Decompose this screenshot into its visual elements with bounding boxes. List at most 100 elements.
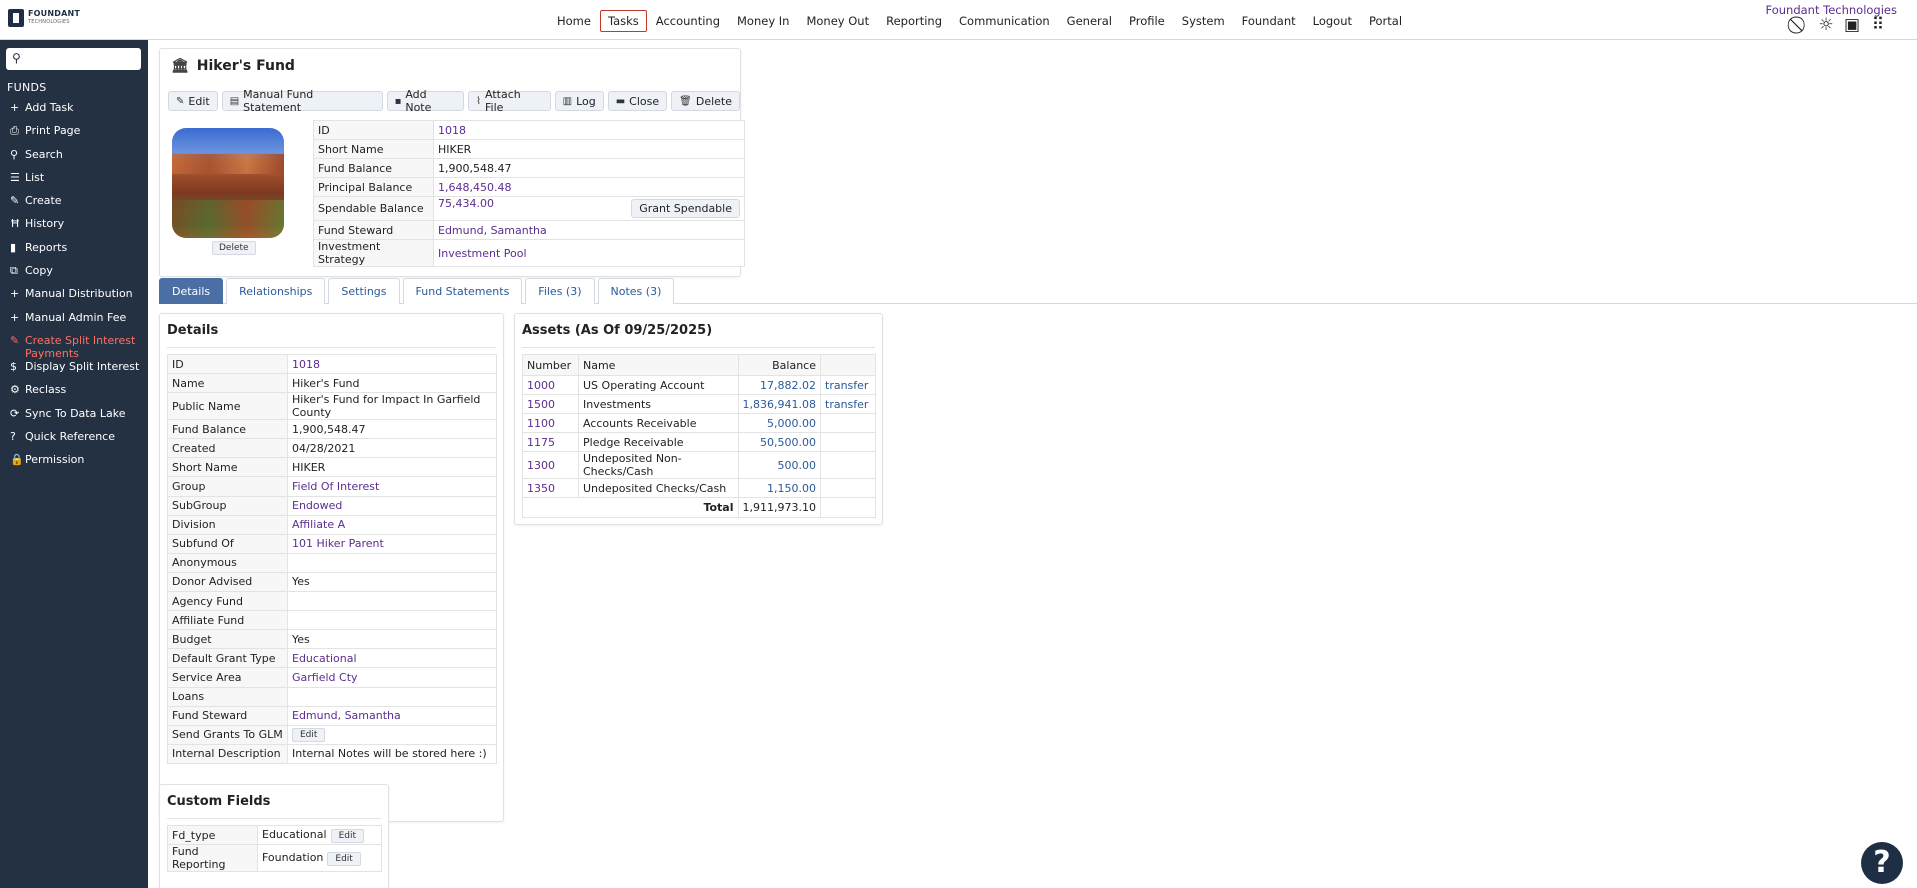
sidebar-item-manual-admin-fee[interactable]: + Manual Admin Fee [0,311,148,334]
edit-button[interactable]: Edit [292,728,326,743]
nav-reporting[interactable]: Reporting [878,10,950,32]
sidebar-item-copy[interactable]: ⧉ Copy [0,264,148,287]
details-table: ID 1018 Name Hiker's Fund Public Name Hiker's… [167,353,497,764]
comment-icon: ▪ [394,95,402,107]
sidebar-item-history[interactable]: Ħ History [0,217,148,240]
divider [522,347,875,348]
sidebar-item-print-page[interactable]: ⎙ Print Page [0,124,148,147]
tab-relationships[interactable]: Relationships [226,278,326,304]
attach-file-button[interactable]: ⌇ Attach File [468,88,551,114]
apps-grid-icon[interactable]: ⠿ [1869,16,1887,34]
account-balance[interactable]: 17,882.02 [737,374,822,396]
add-note-button[interactable]: ▪ Add Note [386,88,465,114]
sync-icon: ⟳ [10,406,20,420]
account-number[interactable]: 1300 [522,451,579,480]
table-row: Default Grant Type Educational [167,648,497,669]
gift-icon[interactable]: ▣ [1843,16,1861,34]
sidebar-item-create[interactable]: ✎ Create [0,194,148,217]
sidebar-item-display-split-interest[interactable]: $ Display Split Interest [0,360,148,383]
field-value[interactable]: 75,434.00 [438,197,494,210]
sidebar-item-create-split-interest-payments[interactable]: ✎ Create Split Interest Payments [0,334,148,360]
grant-spendable-button[interactable]: Grant Spendable [631,199,740,218]
field-value[interactable]: Investment Pool [438,247,527,260]
sidebar-item-add-task[interactable]: + Add Task [0,101,148,124]
account-number[interactable]: 1175 [522,432,579,453]
delete-button[interactable]: 🗑 Delete [671,91,740,111]
account-balance[interactable]: 50,500.00 [737,432,822,453]
account-name: US Operating Account [578,374,739,396]
field-value[interactable]: 1,648,450.48 [438,181,511,194]
help-button[interactable]: ? [1861,842,1903,884]
nav-portal[interactable]: Portal [1361,10,1410,32]
edit-button[interactable]: Edit [327,851,361,866]
field-label: ID [167,353,288,375]
sidebar-search-input[interactable]: ⚲ [6,48,141,70]
account-balance[interactable]: 5,000.00 [737,413,822,434]
account-name: Undeposited Checks/Cash [578,478,739,499]
tab-files-3[interactable]: Files (3) [525,278,595,304]
photo-delete-button[interactable]: Delete [212,241,256,255]
transfer-link[interactable]: transfer [820,374,876,396]
account-number[interactable]: 1500 [522,394,579,415]
sidebar-item-reclass[interactable]: ⚙ Reclass [0,383,148,406]
field-value[interactable]: Garfield Cty [292,671,358,684]
table-row: Service Area Garfield Cty [167,667,497,688]
field-value: 04/28/2021 [292,441,356,455]
nav-home[interactable]: Home [549,10,599,32]
nav-tasks[interactable]: Tasks [599,10,647,32]
log-button[interactable]: ▥ Log [554,91,604,111]
account-balance[interactable]: 500.00 [737,451,822,480]
transfer-link [820,413,876,434]
sidebar-item-search[interactable]: ⚲ Search [0,148,148,171]
field-value[interactable]: Field Of Interest [292,480,379,493]
nav-money-out[interactable]: Money Out [798,10,877,32]
sidebar-item-reports[interactable]: ▮ Reports [0,241,148,264]
foundant-logo[interactable]: FOUNDANT TECHNOLOGIES [8,9,80,27]
sidebar-item-list[interactable]: ☰ List [0,171,148,194]
field-value[interactable]: Edmund, Samantha [292,709,401,722]
field-value[interactable]: Edmund, Samantha [438,224,547,237]
account-balance[interactable]: 1,150.00 [737,478,822,499]
tab-notes-3[interactable]: Notes (3) [597,278,675,304]
field-value: Yes [292,575,310,589]
table-row: Public Name Hiker's Fund for Impact In Ga… [167,392,497,421]
field-value[interactable]: Educational [292,652,357,665]
tab-settings[interactable]: Settings [328,278,400,304]
nav-general[interactable]: General [1059,10,1120,32]
field-value[interactable]: 101 Hiker Parent [292,537,384,550]
sidebar-item-manual-distribution[interactable]: + Manual Distribution [0,287,148,310]
sidebar-item-quick-reference[interactable]: ? Quick Reference [0,430,148,453]
nav-communication[interactable]: Communication [951,10,1058,32]
account-balance[interactable]: 1,836,941.08 [737,394,822,415]
close-button[interactable]: ▬ Close [607,91,668,111]
nav-foundant[interactable]: Foundant [1234,10,1304,32]
nav-system[interactable]: System [1174,10,1233,32]
sidebar-item-label: History [25,217,65,231]
lightbulb-icon[interactable]: ☼ [1817,16,1835,34]
tab-details[interactable]: Details [159,278,224,304]
nav-logout[interactable]: Logout [1305,10,1360,32]
nav-profile[interactable]: Profile [1121,10,1173,32]
edit-button[interactable]: ✎ Edit [168,91,218,111]
account-number[interactable]: 1350 [522,478,579,499]
sidebar-item-sync-to-data-lake[interactable]: ⟳ Sync To Data Lake [0,407,148,430]
field-label: Created [167,438,288,459]
field-value[interactable]: 1018 [438,124,466,137]
nav-accounting[interactable]: Accounting [648,10,728,32]
transfer-link[interactable]: transfer [820,394,876,415]
sidebar-item-permission[interactable]: 🔒 Permission [0,453,148,476]
account-number[interactable]: 1000 [522,374,579,396]
table-row: 1175 Pledge Receivable 50,500.00 [522,432,876,453]
tab-fund-statements[interactable]: Fund Statements [402,278,523,304]
fund-title: 🏛 Hiker's Fund [171,58,295,74]
account-number[interactable]: 1100 [522,413,579,434]
manual-fund-statement-button[interactable]: ▤ Manual Fund Statement [221,88,383,114]
field-value[interactable]: 1018 [292,358,320,371]
no-activity-icon[interactable]: ⃠ [1791,16,1809,34]
field-value[interactable]: Endowed [292,499,342,512]
paperclip-icon: ⌇ [476,95,482,107]
nav-money-in[interactable]: Money In [729,10,797,32]
edit-button[interactable]: Edit [330,828,364,843]
field-value[interactable]: Affiliate A [292,518,345,531]
sidebar-item-label: Copy [25,264,53,278]
